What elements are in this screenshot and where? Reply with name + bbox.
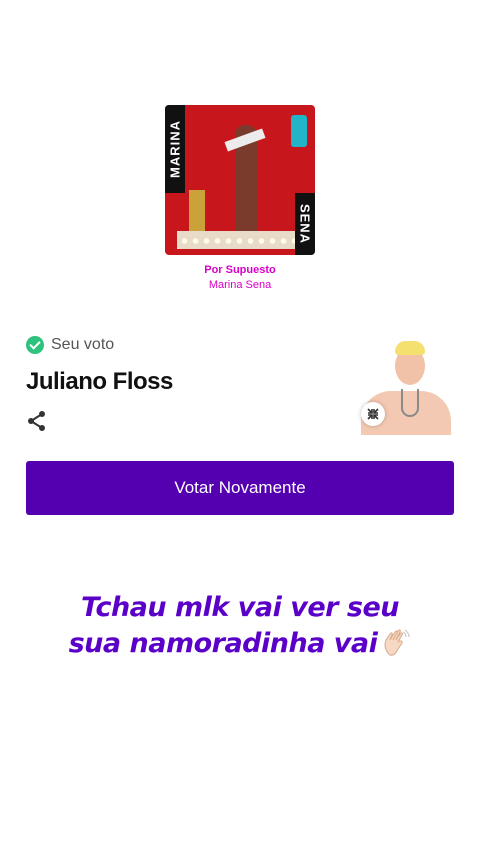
album-left-text: MARINA (167, 120, 183, 178)
caption-text: Tchau mlk vai ver seu sua namoradinha va… (0, 590, 480, 662)
expand-icon (367, 408, 379, 420)
candidate-name: Juliano Floss (26, 368, 173, 395)
album-right-text: SENA (297, 203, 313, 245)
vote-again-button[interactable]: Votar Novamente (26, 461, 454, 515)
caption-line-2-text: sua namoradinha vai (68, 628, 378, 659)
waving-hand-icon (381, 628, 411, 658)
share-icon[interactable] (26, 410, 48, 432)
album-band-right: SENA (295, 193, 315, 255)
song-artist: Marina Sena (208, 279, 272, 291)
album-band-left: MARINA (165, 105, 185, 193)
check-icon (26, 336, 44, 354)
album-cover: MARINA SENA (165, 105, 315, 255)
screen: MARINA SENA Por Supuesto Marina Sena Seu… (0, 0, 480, 854)
album-phone-graphic (291, 115, 307, 147)
vote-status-label: Seu voto (51, 336, 115, 353)
avatar-hair (395, 341, 425, 355)
album-bulbs-graphic (179, 237, 311, 245)
caption-line-1: Tchau mlk vai ver seu (81, 592, 399, 623)
avatar-necklace (401, 389, 419, 417)
caption-line-2: sua namoradinha vai (0, 626, 480, 662)
song-title: Por Supuesto (204, 264, 276, 276)
expand-button[interactable] (361, 402, 385, 426)
